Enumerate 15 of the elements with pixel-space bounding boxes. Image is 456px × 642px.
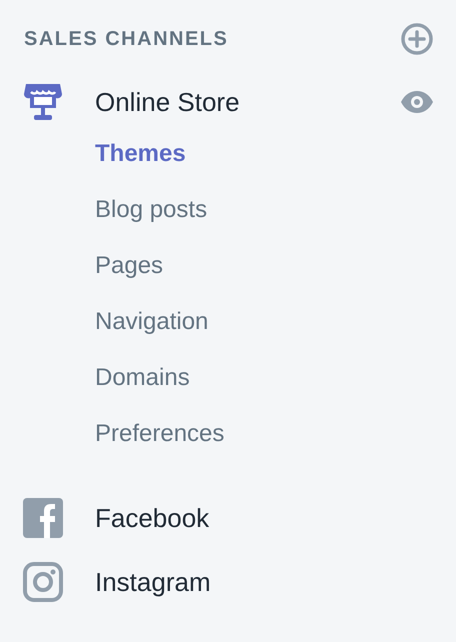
channel-link[interactable]: Facebook (95, 498, 210, 538)
subnav-link[interactable]: Themes (95, 126, 186, 182)
subnav-link[interactable]: Pages (95, 238, 164, 294)
subnav-link[interactable]: Domains (95, 350, 190, 406)
subnav-link[interactable]: Preferences (95, 406, 224, 462)
subnav-link[interactable]: Navigation (95, 294, 208, 350)
add-icon[interactable] (400, 22, 434, 56)
instagram-icon (23, 562, 63, 602)
channel-link[interactable]: Online Store (95, 82, 240, 122)
facebook-icon (23, 498, 63, 538)
eye-icon[interactable] (400, 90, 434, 114)
storefront-icon (22, 82, 64, 122)
section-title: SALES CHANNELS (24, 27, 228, 52)
subnav-link[interactable]: Blog posts (95, 182, 208, 238)
channel-link[interactable]: Instagram (95, 562, 211, 602)
